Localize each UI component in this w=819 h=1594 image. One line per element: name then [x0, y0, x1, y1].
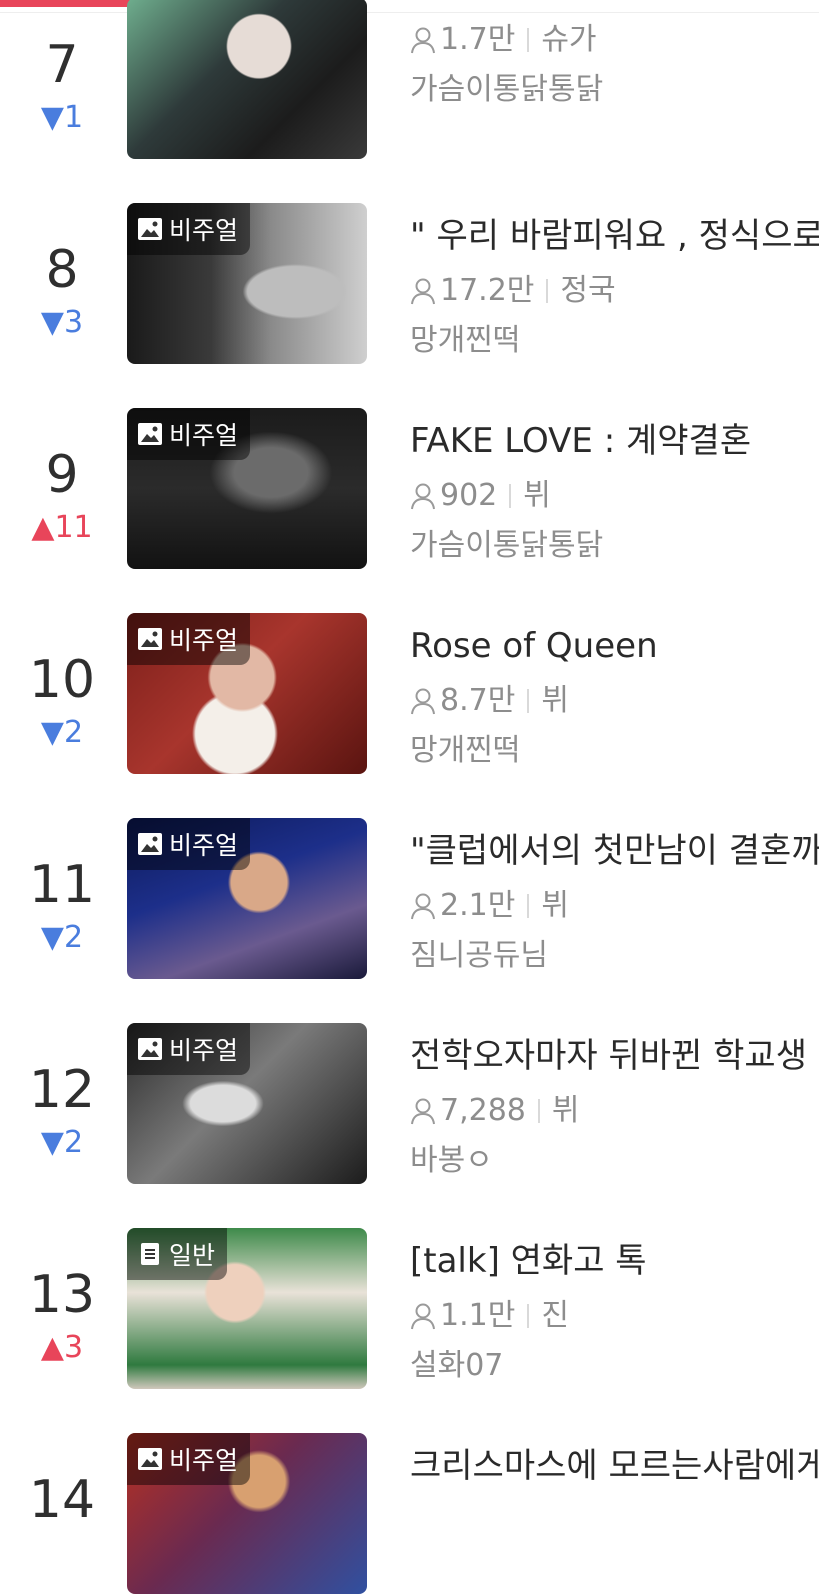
story-title: 크리스마스에 모르는사람에게 [410, 1446, 819, 1486]
story-title: FAKE LOVE : 계약결혼 [410, 421, 752, 461]
image-icon [138, 218, 162, 240]
ranking-item[interactable]: 12 ▼2 비주얼 전학오자마자 뒤바뀐 학교생 7,288 뷔 바봉ㅇ [0, 870, 819, 1184]
image-icon [138, 1448, 162, 1470]
ranking-list: 7 ▼1 1.7만 슈가 가슴이통닭통닭 8 ▼3 비주얼 " 우리 바람피워요… [0, 0, 819, 1594]
ranking-item[interactable]: 7 ▼1 1.7만 슈가 가슴이통닭통닭 [0, 0, 819, 159]
category-badge: 비주얼 [127, 1433, 251, 1485]
badge-label: 비주얼 [169, 1446, 239, 1475]
story-info[interactable]: 크리스마스에 모르는사람에게 [410, 1443, 819, 1489]
category-badge: 비주얼 [127, 613, 251, 665]
rank-number: 14 [28, 1470, 96, 1530]
document-icon [141, 1243, 159, 1265]
badge-label: 비주얼 [169, 1036, 239, 1065]
category-badge: 비주얼 [127, 203, 251, 255]
story-title: Rose of Queen [410, 626, 658, 666]
ranking-item[interactable]: 14 비주얼 크리스마스에 모르는사람에게 [0, 1280, 819, 1594]
category-badge: 일반 [127, 1228, 228, 1280]
story-thumbnail[interactable]: 비주얼 [127, 1433, 367, 1594]
image-icon [138, 1038, 162, 1060]
badge-label: 일반 [169, 1241, 216, 1270]
rank-indicator: 14 [18, 1280, 106, 1530]
badge-label: 비주얼 [169, 626, 239, 655]
ranking-item[interactable]: 13 ▲3 일반 [talk] 연화고 톡 1.1만 진 설화07 [0, 1075, 819, 1389]
badge-label: 비주얼 [169, 216, 239, 245]
ranking-item[interactable]: 10 ▼2 비주얼 Rose of Queen 8.7만 뷔 망개찐떡 [0, 460, 819, 774]
badge-label: 비주얼 [169, 831, 239, 860]
ranking-item[interactable]: 11 ▼2 비주얼 "클럽에서의 첫만남이 결혼까 2.1만 뷔 짐니공듀님 [0, 665, 819, 979]
image-icon [138, 833, 162, 855]
story-title: " 우리 바람피워요 , 정식으로 [410, 216, 819, 256]
story-title: "클럽에서의 첫만남이 결혼까 [410, 831, 819, 871]
ranking-item[interactable]: 8 ▼3 비주얼 " 우리 바람피워요 , 정식으로 17.2만 정국 망개찐떡 [0, 50, 819, 364]
story-title: 전학오자마자 뒤바뀐 학교생 [410, 1036, 807, 1076]
ranking-item[interactable]: 9 ▲11 비주얼 FAKE LOVE : 계약결혼 902 뷔 가슴이통닭통닭 [0, 255, 819, 569]
divider [527, 28, 530, 52]
story-title: [talk] 연화고 톡 [410, 1241, 647, 1281]
category-badge: 비주얼 [127, 408, 251, 460]
image-icon [138, 423, 162, 445]
category-badge: 비주얼 [127, 1023, 251, 1075]
badge-label: 비주얼 [169, 421, 239, 450]
category-badge: 비주얼 [127, 818, 251, 870]
image-icon [138, 628, 162, 650]
